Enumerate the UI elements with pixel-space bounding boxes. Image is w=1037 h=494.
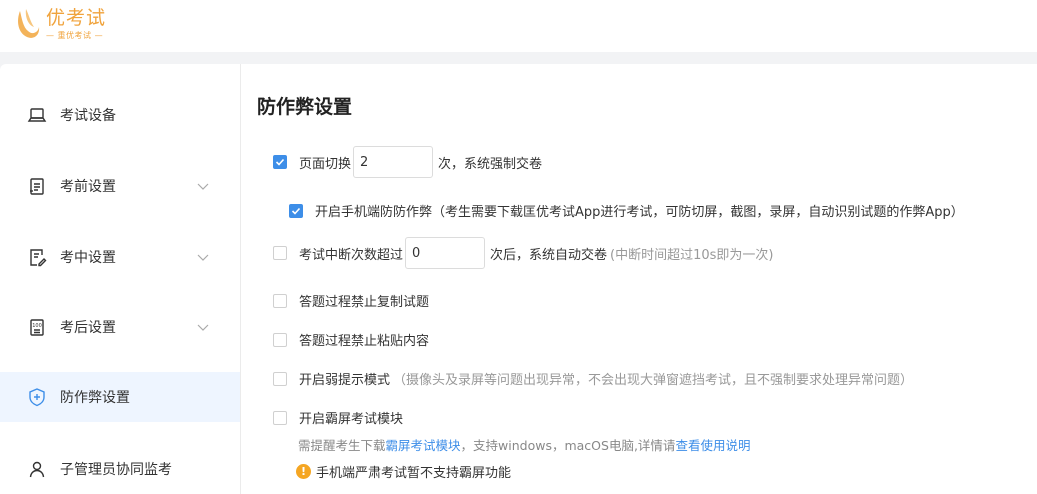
sidebar-item-exam-device[interactable]: 考试设备 [0, 90, 240, 140]
lockscreen-warning-text: 手机端严肃考试暂不支持霸屏功能 [316, 466, 512, 481]
chevron-down-icon [197, 324, 209, 331]
sidebar-item-pre-exam[interactable]: 考前设置 [0, 161, 240, 211]
sidebar-item-during-exam[interactable]: 考中设置 [0, 232, 240, 282]
lockscreen-note: 需提醒考生下载霸屏考试模块，支持windows，macOS电脑,详情请查看使用说… [298, 435, 750, 454]
logo-title: 优考试 [46, 7, 107, 29]
logo-subtitle: — 重优考试 — [46, 31, 104, 40]
sidebar-item-label: 防作弊设置 [60, 390, 130, 406]
page-switch-count-input[interactable] [353, 146, 434, 178]
sidebar: 考试设备 考前设置 考中设置 100 考后设置 防作弊设置 子管理员协同监考 [0, 64, 241, 494]
lockscreen-note-prefix: 需提醒考生下载 [298, 438, 386, 453]
weak-prompt-row: 开启弱提示模式 （摄像头及录屏等问题出现异常，不会出现大弹窗遮挡考试，且不强制要… [273, 369, 913, 388]
lockscreen-checkbox[interactable] [273, 410, 287, 425]
no-paste-label: 答题过程禁止粘贴内容 [299, 334, 430, 349]
sidebar-item-anti-cheat[interactable]: 防作弊设置 [0, 372, 240, 422]
no-copy-checkbox[interactable] [273, 293, 287, 308]
settings-panel: 考试设备 考前设置 考中设置 100 考后设置 防作弊设置 子管理员协同监考 防… [0, 64, 1037, 494]
top-bar: 优考试 — 重优考试 — [0, 0, 1037, 52]
sidebar-item-label: 考试设备 [60, 108, 116, 124]
lockscreen-note-middle: ，支持windows，macOS电脑,详情请 [460, 438, 676, 453]
chevron-down-icon [197, 254, 209, 261]
no-copy-label: 答题过程禁止复制试题 [299, 295, 430, 310]
user-icon [29, 461, 45, 478]
svg-text:100: 100 [32, 323, 42, 329]
mobile-anticheat-label: 开启手机端防防作弊（考生需要下载匡优考试App进行考试，可防切屏，截图，录屏，自… [315, 205, 964, 220]
page-switch-label: 页面切换 [299, 156, 352, 172]
laptop-icon [27, 108, 47, 122]
no-copy-row: 答题过程禁止复制试题 [273, 291, 429, 310]
page-switch-suffix: 次，系统强制交卷 [438, 156, 543, 172]
check-icon [291, 207, 301, 215]
interrupt-label: 考试中断次数超过 [299, 247, 404, 263]
weak-prompt-hint: （摄像头及录屏等问题出现异常，不会出现大弹窗遮挡考试，且不强制要求处理异常问题） [393, 373, 914, 388]
weak-prompt-checkbox[interactable] [273, 371, 287, 386]
edit-doc-icon [30, 249, 47, 267]
clipboard-icon [30, 178, 44, 195]
interrupt-hint: (中断时间超过10s即为一次) [610, 247, 774, 263]
interrupt-count-input[interactable] [405, 237, 486, 269]
page-title: 防作弊设置 [257, 96, 353, 118]
no-paste-checkbox[interactable] [273, 332, 287, 347]
score-doc-icon: 100 [30, 319, 44, 336]
no-paste-row: 答题过程禁止粘贴内容 [273, 330, 429, 349]
sidebar-item-label: 考前设置 [60, 179, 116, 195]
usage-guide-link[interactable]: 查看使用说明 [675, 438, 750, 453]
interrupt-row: 考试中断次数超过 次后，系统自动交卷 (中断时间超过10s即为一次) [273, 237, 774, 269]
mobile-anticheat-checkbox[interactable] [289, 203, 303, 218]
mobile-anticheat-row: 开启手机端防防作弊（考生需要下载匡优考试App进行考试，可防切屏，截图，录屏，自… [289, 201, 964, 220]
sidebar-item-label: 考后设置 [60, 320, 116, 336]
lockscreen-label: 开启霸屏考试模块 [299, 412, 404, 427]
page-switch-checkbox[interactable] [273, 155, 287, 169]
interrupt-suffix: 次后，系统自动交卷 [490, 247, 608, 263]
page-switch-row: 页面切换 次，系统强制交卷 [273, 146, 542, 178]
logo-mark-icon [18, 9, 40, 38]
lockscreen-module-link[interactable]: 霸屏考试模块 [386, 438, 461, 453]
warning-icon: ! [296, 464, 311, 479]
shield-icon [29, 388, 45, 407]
sidebar-item-sub-admin[interactable]: 子管理员协同监考 [0, 444, 240, 494]
main-content: 防作弊设置 页面切换 次，系统强制交卷 开启手机端防防作弊（考生需要下载匡优考试… [241, 64, 1037, 494]
weak-prompt-label: 开启弱提示模式 [299, 373, 391, 388]
logo[interactable]: 优考试 — 重优考试 — [12, 7, 106, 43]
lockscreen-row: 开启霸屏考试模块 [273, 408, 403, 427]
chevron-down-icon [197, 183, 209, 190]
sidebar-item-post-exam[interactable]: 100 考后设置 [0, 302, 240, 352]
lockscreen-warning: ! 手机端严肃考试暂不支持霸屏功能 [296, 462, 511, 481]
interrupt-checkbox[interactable] [273, 246, 287, 260]
sidebar-item-label: 考中设置 [60, 250, 116, 266]
check-icon [275, 158, 285, 166]
sidebar-item-label: 子管理员协同监考 [60, 462, 172, 478]
